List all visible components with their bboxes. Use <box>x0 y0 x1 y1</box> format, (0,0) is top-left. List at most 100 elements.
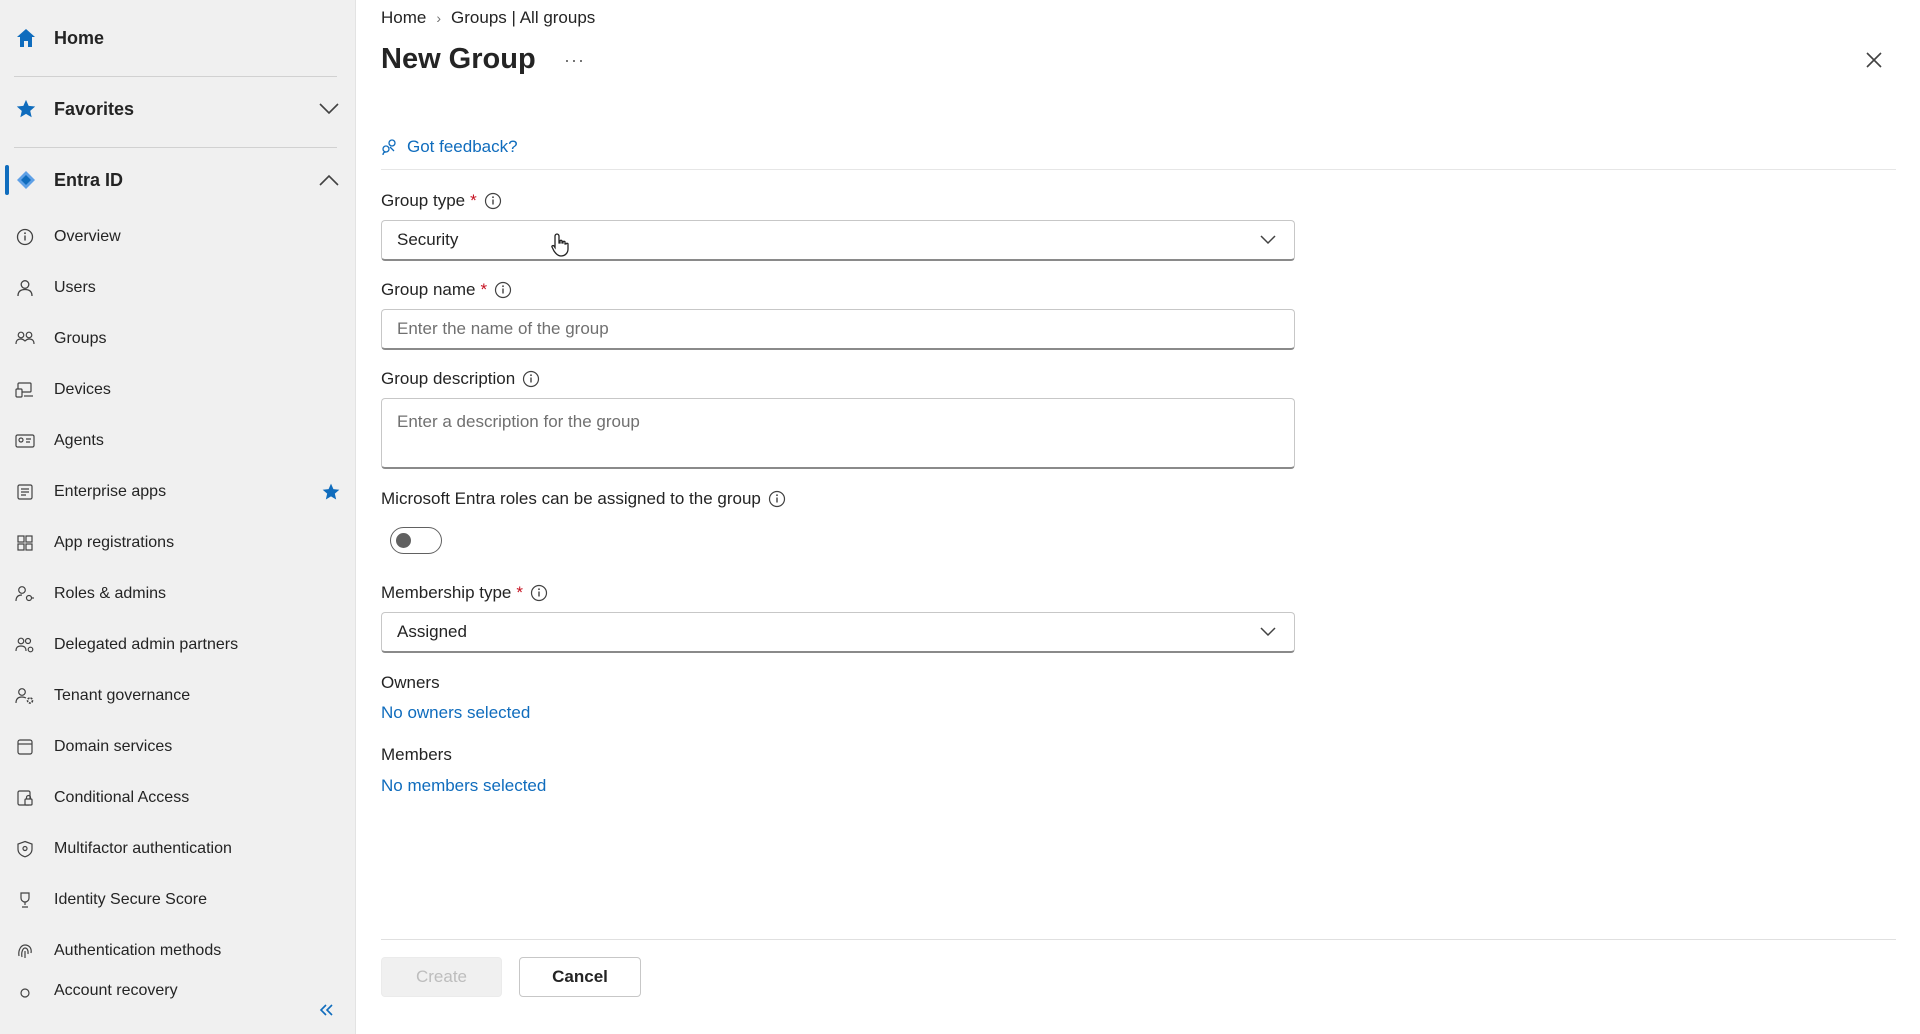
favorite-star-icon[interactable] <box>320 481 342 503</box>
chevron-down-icon[interactable] <box>317 97 341 121</box>
roles-assignable-label: Microsoft Entra roles can be assigned to… <box>381 489 786 509</box>
group-description-textarea[interactable]: Enter a description for the group <box>381 398 1295 469</box>
group-type-value: Security <box>397 230 459 249</box>
hand-cursor-icon <box>550 232 572 263</box>
group-type-label-text: Group type <box>381 191 466 210</box>
sidebar: Home Favorites Entra ID Overview Users G… <box>0 0 356 1034</box>
sidebar-item-authentication-methods[interactable]: Authentication methods <box>0 925 356 976</box>
breadcrumb-home[interactable]: Home <box>381 8 426 28</box>
sidebar-item-label: Overview <box>54 227 121 245</box>
chevron-right-icon: › <box>436 10 442 26</box>
chevron-down-icon <box>1260 235 1276 245</box>
create-button[interactable]: Create <box>381 957 502 997</box>
sidebar-item-label: Identity Secure Score <box>54 890 207 908</box>
required-mark: * <box>470 191 477 210</box>
group-name-input[interactable]: Enter the name of the group <box>381 309 1295 350</box>
breadcrumb-groups[interactable]: Groups | All groups <box>451 8 595 28</box>
info-circle-icon <box>14 226 36 248</box>
membership-type-value: Assigned <box>397 622 467 641</box>
info-icon[interactable] <box>768 490 786 508</box>
sidebar-item-conditional-access[interactable]: Conditional Access <box>0 772 356 823</box>
sidebar-item-account-recovery[interactable]: Account recovery <box>0 976 356 1002</box>
group-description-placeholder: Enter a description for the group <box>397 412 640 431</box>
sidebar-item-enterprise-apps[interactable]: Enterprise apps <box>0 466 356 517</box>
breadcrumb: Home › Groups | All groups <box>381 8 595 28</box>
sidebar-favorites-label: Favorites <box>54 98 135 119</box>
entra-logo-icon <box>14 168 38 192</box>
sidebar-item-tenant-governance[interactable]: Tenant governance <box>0 670 356 721</box>
sidebar-item-overview[interactable]: Overview <box>0 211 356 262</box>
sidebar-item-label: Roles & admins <box>54 584 167 602</box>
person-gear-icon <box>14 685 36 707</box>
sidebar-item-label: App registrations <box>54 533 175 551</box>
sidebar-item-identity-secure-score[interactable]: Identity Secure Score <box>0 874 356 925</box>
fingerprint-icon <box>14 940 36 962</box>
sidebar-item-devices[interactable]: Devices <box>0 364 356 415</box>
sidebar-divider <box>14 76 337 77</box>
sidebar-item-label: Agents <box>54 431 104 449</box>
sidebar-item-delegated-admin-partners[interactable]: Delegated admin partners <box>0 619 356 670</box>
header-divider <box>381 169 1896 170</box>
members-link[interactable]: No members selected <box>381 776 546 796</box>
sidebar-item-label: Domain services <box>54 737 173 755</box>
owners-link[interactable]: No owners selected <box>381 703 530 723</box>
info-icon[interactable] <box>484 192 502 210</box>
sidebar-home[interactable]: Home <box>0 18 355 58</box>
info-icon[interactable] <box>522 370 540 388</box>
star-icon <box>14 97 38 121</box>
shield-icon <box>14 838 36 860</box>
group-type-label: Group type * <box>381 191 502 211</box>
required-mark: * <box>516 583 524 602</box>
sidebar-divider <box>14 147 337 148</box>
membership-type-select[interactable]: Assigned <box>381 612 1295 653</box>
group-name-label-text: Group name <box>381 280 476 299</box>
sidebar-item-label: Groups <box>54 329 107 347</box>
more-options-icon[interactable]: ··· <box>564 50 585 71</box>
sidebar-item-roles-admins[interactable]: Roles & admins <box>0 568 356 619</box>
sidebar-item-app-registrations[interactable]: App registrations <box>0 517 356 568</box>
sidebar-section-entra-id[interactable]: Entra ID <box>0 160 355 200</box>
membership-type-label-text: Membership type <box>381 583 512 602</box>
sidebar-item-label: Users <box>54 278 96 296</box>
required-mark: * <box>480 280 488 299</box>
page-title: New Group <box>381 43 536 75</box>
feedback-label: Got feedback? <box>407 137 518 156</box>
group-type-select[interactable]: Security <box>381 220 1295 261</box>
apps-icon <box>14 481 36 503</box>
sidebar-item-label: Enterprise apps <box>54 482 167 500</box>
sidebar-item-label: Delegated admin partners <box>54 635 239 653</box>
sidebar-favorites[interactable]: Favorites <box>0 89 355 129</box>
group-description-label-text: Group description <box>381 369 516 388</box>
roles-assignable-label-text: Microsoft Entra roles can be assigned to… <box>381 489 761 508</box>
group-name-placeholder: Enter the name of the group <box>397 319 609 338</box>
close-icon[interactable] <box>1862 48 1886 72</box>
group-name-label: Group name * <box>381 280 512 300</box>
sidebar-item-domain-services[interactable]: Domain services <box>0 721 356 772</box>
cancel-button[interactable]: Cancel <box>519 957 641 997</box>
sidebar-nav-list: Overview Users Groups Devices Agents Ent… <box>0 211 356 1002</box>
info-icon[interactable] <box>530 584 548 602</box>
footer-divider <box>381 939 1896 940</box>
grid-icon <box>14 532 36 554</box>
sidebar-item-users[interactable]: Users <box>0 262 356 313</box>
roles-assignable-toggle[interactable] <box>390 527 442 554</box>
info-icon[interactable] <box>494 281 512 299</box>
toggle-knob <box>396 533 411 548</box>
chevron-up-icon[interactable] <box>317 168 341 192</box>
sidebar-item-agents[interactable]: Agents <box>0 415 356 466</box>
feedback-link[interactable]: Got feedback? <box>381 137 518 157</box>
sidebar-item-label: Conditional Access <box>54 788 190 806</box>
sidebar-item-multifactor-authentication[interactable]: Multifactor authentication <box>0 823 356 874</box>
people-icon <box>14 328 36 350</box>
window-icon <box>14 736 36 758</box>
devices-icon <box>14 379 36 401</box>
agent-icon <box>14 430 36 452</box>
sidebar-item-groups[interactable]: Groups <box>0 313 356 364</box>
collapse-sidebar-icon[interactable] <box>314 998 338 1022</box>
group-description-label: Group description <box>381 369 540 389</box>
sidebar-item-label: Authentication methods <box>54 941 222 959</box>
sidebar-section-label: Entra ID <box>54 169 124 190</box>
feedback-icon <box>381 138 399 156</box>
home-icon <box>14 26 38 50</box>
trophy-icon <box>14 889 36 911</box>
